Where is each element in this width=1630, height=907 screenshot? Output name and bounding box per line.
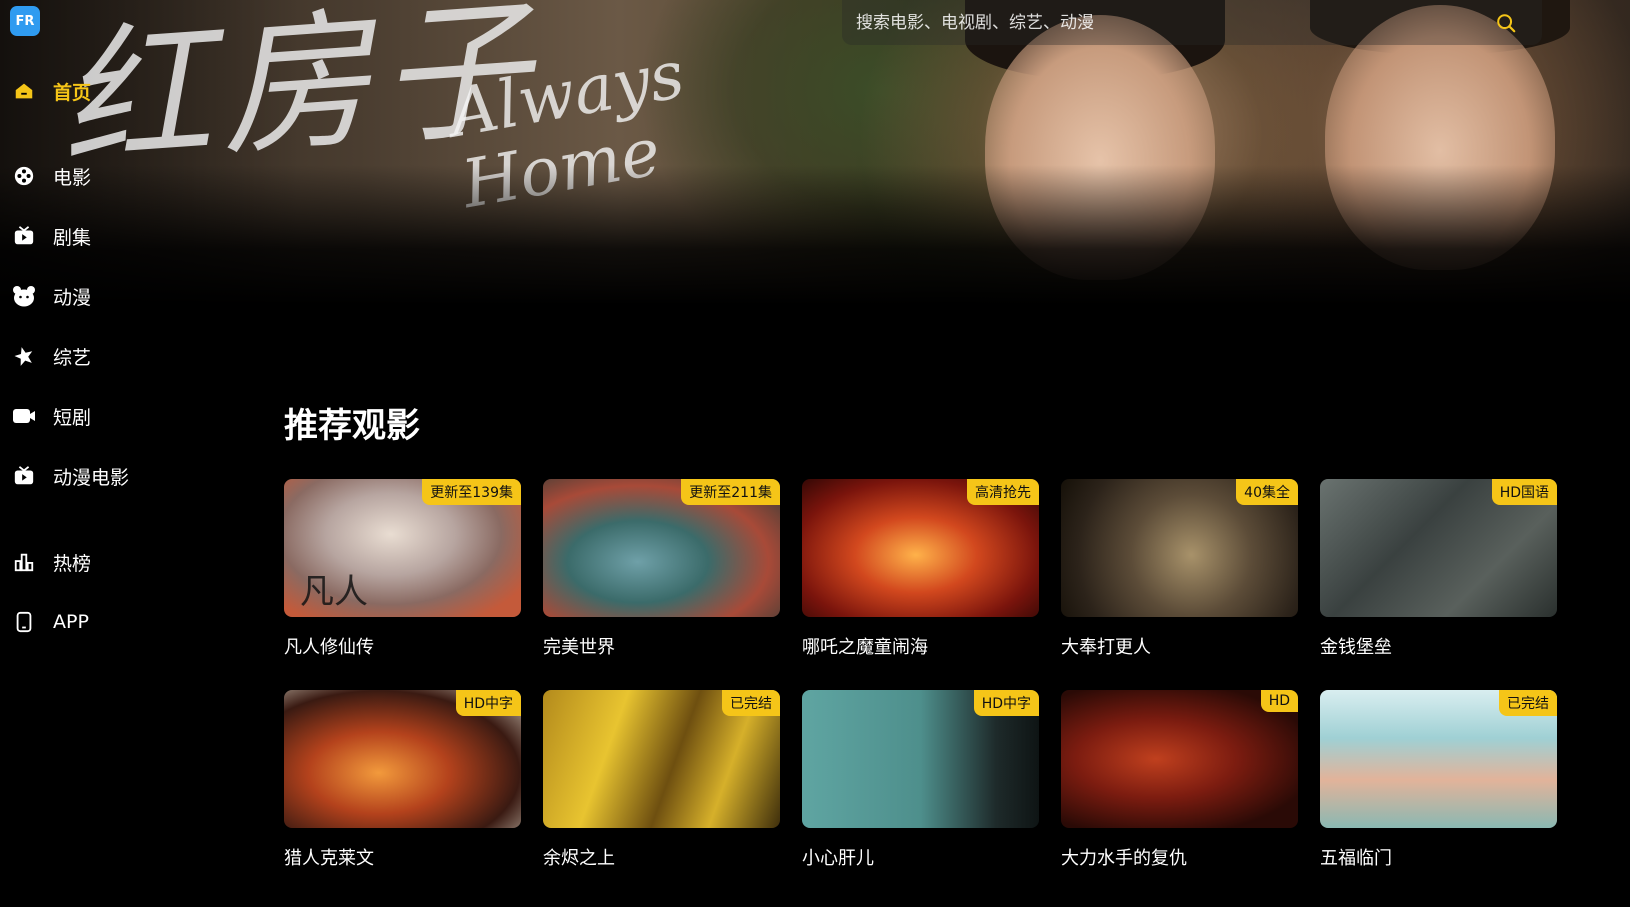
home-icon <box>12 79 36 103</box>
media-card[interactable]: HD 大力水手的复仇 <box>1061 690 1298 870</box>
sidebar-item-label: 动漫 <box>53 286 92 309</box>
poster-title-art: 凡人 <box>300 572 368 612</box>
media-card[interactable]: HD国语 金钱堡垒 <box>1320 479 1557 659</box>
poster-image[interactable]: 已完结 <box>1320 690 1557 828</box>
status-badge: HD中字 <box>455 690 521 716</box>
status-badge: 已完结 <box>722 690 780 716</box>
media-card[interactable]: 40集全 大奉打更人 <box>1061 479 1298 659</box>
status-badge: 40集全 <box>1236 479 1298 505</box>
sidebar-item-app[interactable]: APP <box>12 605 89 639</box>
poster-image[interactable]: 已完结 <box>543 690 780 828</box>
status-badge: 更新至211集 <box>681 479 780 505</box>
card-title[interactable]: 大奉打更人 <box>1061 633 1298 659</box>
media-card[interactable]: HD中字 猎人克莱文 <box>284 690 521 870</box>
search-input[interactable] <box>842 11 1486 34</box>
sidebar-item-label: 综艺 <box>53 346 92 369</box>
card-title[interactable]: 哪吒之魔童闹海 <box>802 633 1039 659</box>
status-badge: 高清抢先 <box>967 479 1039 505</box>
search-bar <box>842 0 1542 45</box>
search-button[interactable] <box>1486 3 1526 43</box>
search-icon <box>1497 13 1516 32</box>
poster-image[interactable]: 更新至211集 <box>543 479 780 617</box>
bear-icon <box>12 284 36 308</box>
recommend-grid: 凡人 更新至139集 凡人修仙传 更新至211集 完美世界 高清抢先 哪吒之魔童… <box>284 479 1584 870</box>
sidebar-item-movies[interactable]: 电影 <box>12 159 91 193</box>
sidebar-item-label: 电影 <box>53 166 92 189</box>
section-title: 推荐观影 <box>284 406 420 446</box>
sidebar-item-label: APP <box>53 611 89 633</box>
poster-image[interactable]: 凡人 更新至139集 <box>284 479 521 617</box>
sidebar-item-variety[interactable]: 综艺 <box>12 339 91 373</box>
hero-banner[interactable]: 红房子 Always Home <box>0 0 1630 305</box>
card-title[interactable]: 五福临门 <box>1320 844 1557 870</box>
phone-icon <box>12 610 36 634</box>
poster-image[interactable]: HD国语 <box>1320 479 1557 617</box>
poster-image[interactable]: 高清抢先 <box>802 479 1039 617</box>
poster-image[interactable]: HD <box>1061 690 1298 828</box>
card-title[interactable]: 小心肝儿 <box>802 844 1039 870</box>
status-badge: HD <box>1260 690 1298 712</box>
video-camera-icon <box>12 404 36 428</box>
status-badge: HD国语 <box>1491 479 1557 505</box>
card-title[interactable]: 大力水手的复仇 <box>1061 844 1298 870</box>
status-badge: HD中字 <box>973 690 1039 716</box>
sidebar-item-label: 热榜 <box>53 552 92 575</box>
app-logo[interactable]: FR <box>10 6 40 36</box>
card-title[interactable]: 猎人克莱文 <box>284 844 521 870</box>
card-title[interactable]: 金钱堡垒 <box>1320 633 1557 659</box>
sidebar-item-label: 短剧 <box>53 406 92 429</box>
star-icon <box>12 344 36 368</box>
sidebar-item-label: 动漫电影 <box>53 466 130 489</box>
card-title[interactable]: 凡人修仙传 <box>284 633 521 659</box>
sidebar-item-ranking[interactable]: 热榜 <box>12 545 91 579</box>
poster-image[interactable]: 40集全 <box>1061 479 1298 617</box>
sidebar-item-series[interactable]: 剧集 <box>12 219 91 253</box>
sidebar-item-anime-movies[interactable]: 动漫电影 <box>12 459 129 493</box>
film-reel-icon <box>12 164 36 188</box>
card-title[interactable]: 完美世界 <box>543 633 780 659</box>
media-card[interactable]: HD中字 小心肝儿 <box>802 690 1039 870</box>
page: 红房子 Always Home FR 首页 电影 <box>0 0 1630 907</box>
sidebar-item-home[interactable]: 首页 <box>12 74 91 108</box>
status-badge: 已完结 <box>1499 690 1557 716</box>
sidebar-item-label: 剧集 <box>53 226 92 249</box>
sidebar-item-short-drama[interactable]: 短剧 <box>12 399 91 433</box>
sidebar-item-label: 首页 <box>53 81 92 104</box>
poster-image[interactable]: HD中字 <box>284 690 521 828</box>
chart-bar-icon <box>12 550 36 574</box>
media-card[interactable]: 已完结 五福临门 <box>1320 690 1557 870</box>
media-card[interactable]: 已完结 余烬之上 <box>543 690 780 870</box>
media-card[interactable]: 高清抢先 哪吒之魔童闹海 <box>802 479 1039 659</box>
status-badge: 更新至139集 <box>422 479 521 505</box>
sidebar-item-anime[interactable]: 动漫 <box>12 279 91 313</box>
tv-icon <box>12 224 36 248</box>
tv-play-icon <box>12 464 36 488</box>
media-card[interactable]: 凡人 更新至139集 凡人修仙传 <box>284 479 521 659</box>
poster-image[interactable]: HD中字 <box>802 690 1039 828</box>
card-title[interactable]: 余烬之上 <box>543 844 780 870</box>
media-card[interactable]: 更新至211集 完美世界 <box>543 479 780 659</box>
